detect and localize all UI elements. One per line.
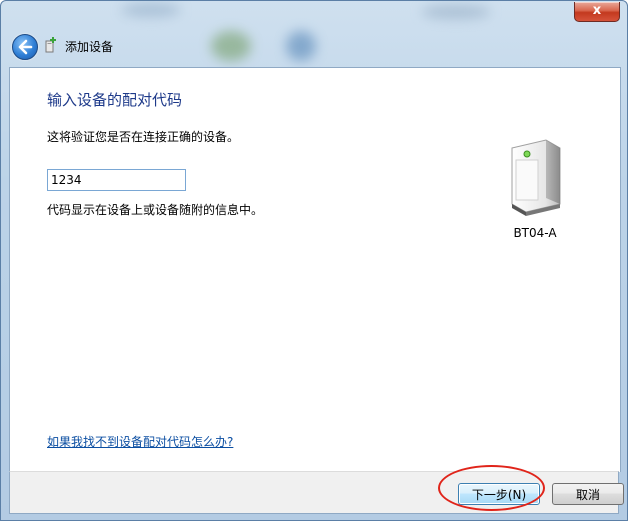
device-tower-icon bbox=[511, 139, 561, 216]
back-button[interactable] bbox=[12, 34, 38, 60]
highlight-circle bbox=[438, 465, 545, 511]
window-frame: x 添加设备 输入设备的配对代码 这将验证您是否在连接正确的设备。 代码显示在设… bbox=[0, 0, 628, 521]
help-link[interactable]: 如果我找不到设备配对代码怎么办? bbox=[47, 433, 233, 450]
background-blur bbox=[211, 31, 251, 61]
background-blur bbox=[421, 5, 491, 19]
description-text: 这将验证您是否在连接正确的设备。 bbox=[47, 130, 240, 144]
pairing-code-input[interactable] bbox=[47, 169, 186, 191]
background-blur bbox=[286, 31, 316, 61]
window-title: 添加设备 bbox=[65, 40, 114, 54]
cancel-button[interactable]: 取消 bbox=[552, 483, 624, 505]
background-blur bbox=[121, 3, 181, 17]
add-device-icon bbox=[45, 37, 56, 53]
close-button[interactable]: x bbox=[574, 2, 620, 22]
content-area: 输入设备的配对代码 这将验证您是否在连接正确的设备。 代码显示在设备上或设备随附… bbox=[9, 67, 621, 472]
back-arrow-icon bbox=[18, 39, 33, 55]
page-heading: 输入设备的配对代码 bbox=[47, 91, 183, 109]
close-icon: x bbox=[592, 3, 602, 18]
device-name: BT04-A bbox=[513, 226, 557, 240]
hint-text: 代码显示在设备上或设备随附的信息中。 bbox=[47, 203, 264, 217]
